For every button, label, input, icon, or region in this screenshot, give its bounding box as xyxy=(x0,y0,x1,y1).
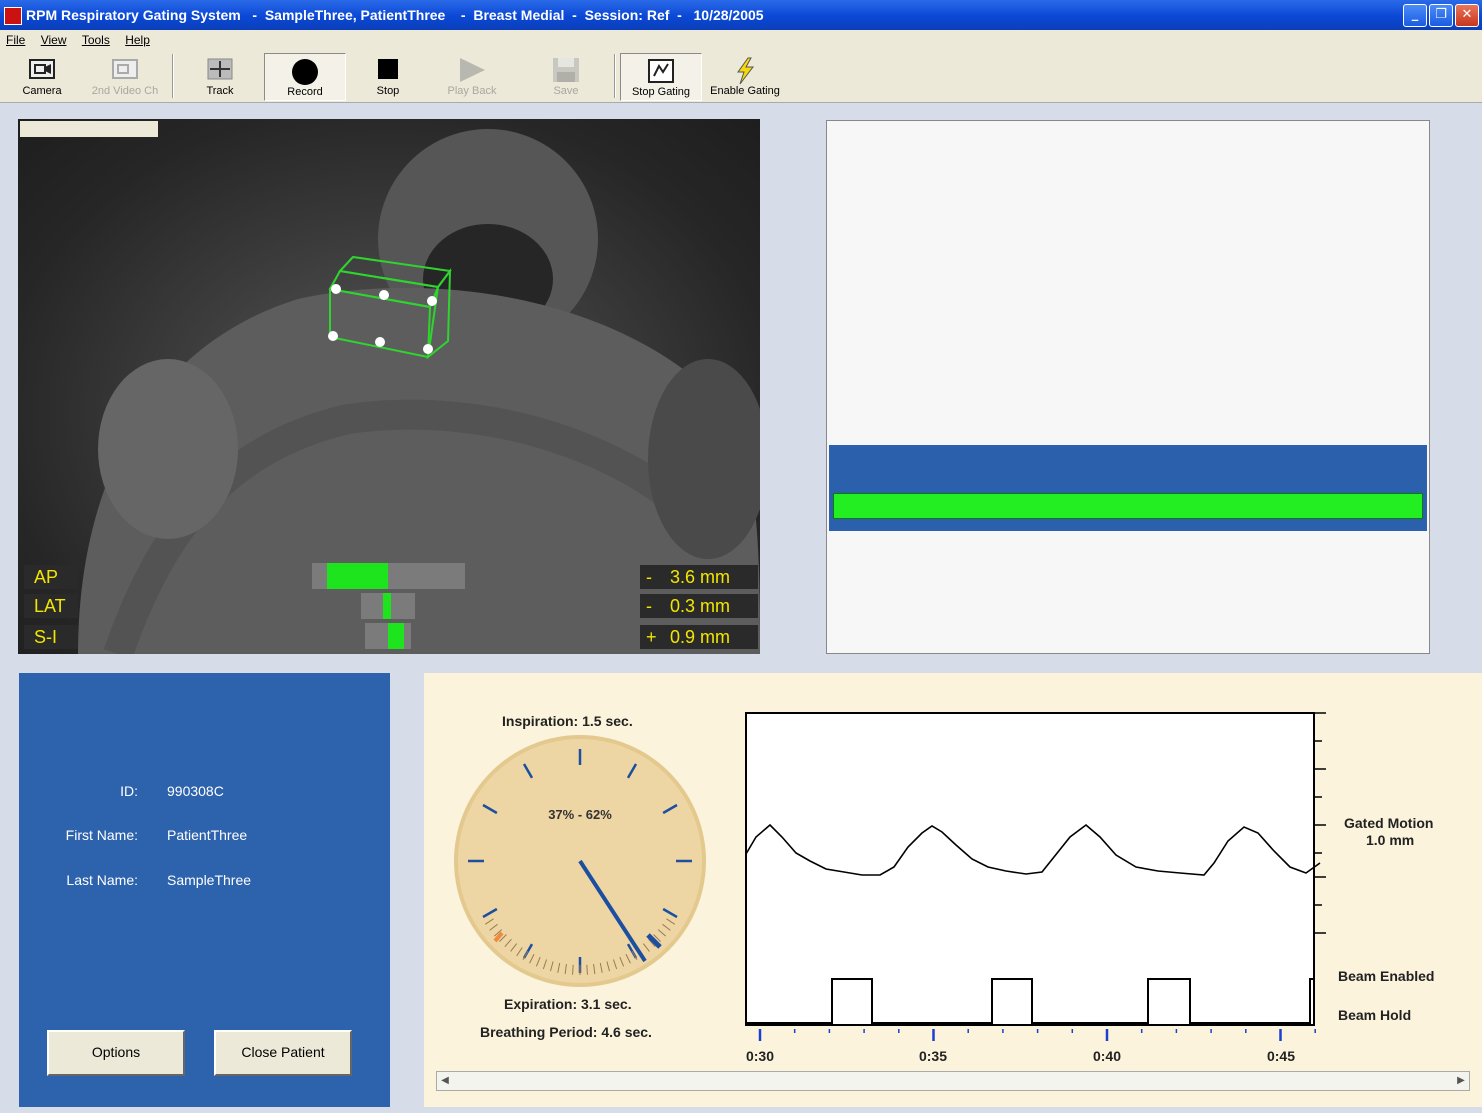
second-video-button[interactable]: 2nd Video Ch xyxy=(84,53,166,99)
lat-value: -0.3 mm xyxy=(640,594,758,618)
crosshair-icon xyxy=(207,58,233,80)
time-tick-label: 0:40 xyxy=(1093,1048,1121,1064)
last-name-value: SampleThree xyxy=(167,872,252,888)
menu-bar: File View Tools Help xyxy=(0,30,1482,50)
camera-view[interactable]: AP LAT S-I -3.6 mm -0.3 mm +0.9 mm xyxy=(18,119,760,654)
lat-meter xyxy=(361,593,415,619)
close-button[interactable]: ✕ xyxy=(1455,4,1479,27)
dial-minor-tick xyxy=(572,964,574,975)
expiration-text: Expiration: 3.1 sec. xyxy=(504,996,632,1012)
scroll-right-arrow-icon[interactable]: ▶ xyxy=(1453,1072,1469,1090)
ap-value: -3.6 mm xyxy=(640,565,758,589)
lat-label: LAT xyxy=(24,594,78,618)
track-button[interactable]: Track xyxy=(180,53,260,99)
si-label: S-I xyxy=(24,625,78,649)
play-icon xyxy=(460,58,485,82)
time-tick-label: 0:45 xyxy=(1267,1048,1295,1064)
chart-right-ticks xyxy=(1314,712,1326,934)
first-name-label: First Name: xyxy=(65,827,138,843)
options-button[interactable]: Options xyxy=(47,1030,185,1076)
camera-icon xyxy=(29,59,55,79)
patient-id-label: ID: xyxy=(120,783,138,799)
restore-button[interactable]: ❐ xyxy=(1429,4,1453,27)
time-axis-ticks xyxy=(758,1029,1316,1041)
ap-label: AP xyxy=(24,565,78,589)
menu-help[interactable]: Help xyxy=(125,33,150,47)
ap-meter xyxy=(312,563,465,589)
floppy-icon xyxy=(553,58,579,82)
phase-dial: 37% - 62% xyxy=(454,735,706,987)
patient-id-value: 990308C xyxy=(167,783,224,799)
gated-motion-label: Gated Motion xyxy=(1344,815,1434,831)
gating-bar-panel xyxy=(826,120,1430,654)
title-bar: RPM Respiratory Gating System - SampleTh… xyxy=(0,0,1482,30)
breathing-panel: Inspiration: 1.5 sec. 37% - 62% Expirati… xyxy=(424,673,1482,1107)
video-icon xyxy=(112,59,138,79)
breathing-waveform-chart: 0:30 0:35 0:40 0:45 xyxy=(745,712,1326,1064)
stop-icon xyxy=(378,59,398,79)
record-icon xyxy=(292,59,318,85)
dial-minor-tick xyxy=(586,964,588,975)
inspiration-text: Inspiration: 1.5 sec. xyxy=(502,713,633,729)
camera-button[interactable]: Camera xyxy=(6,53,78,99)
window-title: RPM Respiratory Gating System - SampleTh… xyxy=(26,7,764,23)
toolbar-separator xyxy=(172,54,174,98)
app-icon xyxy=(4,7,22,25)
beam-hold-label: Beam Hold xyxy=(1338,1007,1412,1023)
time-tick-label: 0:30 xyxy=(746,1048,774,1064)
time-tick-label: 0:35 xyxy=(919,1048,947,1064)
lightning-icon xyxy=(737,57,755,85)
si-value: +0.9 mm xyxy=(640,625,758,649)
phase-window-text: 37% - 62% xyxy=(548,807,612,822)
scroll-left-arrow-icon[interactable]: ◀ xyxy=(437,1072,453,1090)
save-button[interactable]: Save xyxy=(526,53,606,99)
menu-tools[interactable]: Tools xyxy=(82,33,110,47)
stop-gating-button[interactable]: Stop Gating xyxy=(620,53,702,101)
breathing-period-text: Breathing Period: 4.6 sec. xyxy=(480,1024,652,1040)
record-button[interactable]: Record xyxy=(264,53,346,101)
menu-file[interactable]: File xyxy=(6,33,25,47)
toolbar-separator xyxy=(614,54,616,98)
stop-button[interactable]: Stop xyxy=(348,53,428,99)
minimize-button[interactable]: _ xyxy=(1403,4,1427,27)
first-name-value: PatientThree xyxy=(167,827,248,843)
gated-motion-value: 1.0 mm xyxy=(1366,832,1415,848)
menu-view[interactable]: View xyxy=(41,33,67,47)
toolbar: Camera 2nd Video Ch Track Record Stop Pl… xyxy=(0,50,1482,103)
si-meter xyxy=(365,623,411,649)
beam-enabled-label: Beam Enabled xyxy=(1338,968,1435,984)
gating-icon xyxy=(648,59,674,83)
last-name-label: Last Name: xyxy=(66,872,138,888)
play-back-button[interactable]: Play Back xyxy=(432,53,512,99)
patient-info-panel: ID: 990308C First Name: PatientThree Las… xyxy=(19,673,390,1107)
enable-gating-button[interactable]: Enable Gating xyxy=(704,53,786,99)
close-patient-button[interactable]: Close Patient xyxy=(214,1030,352,1076)
gating-position-bar xyxy=(833,493,1423,519)
timeline-scrollbar[interactable]: ◀ ▶ xyxy=(436,1071,1470,1091)
